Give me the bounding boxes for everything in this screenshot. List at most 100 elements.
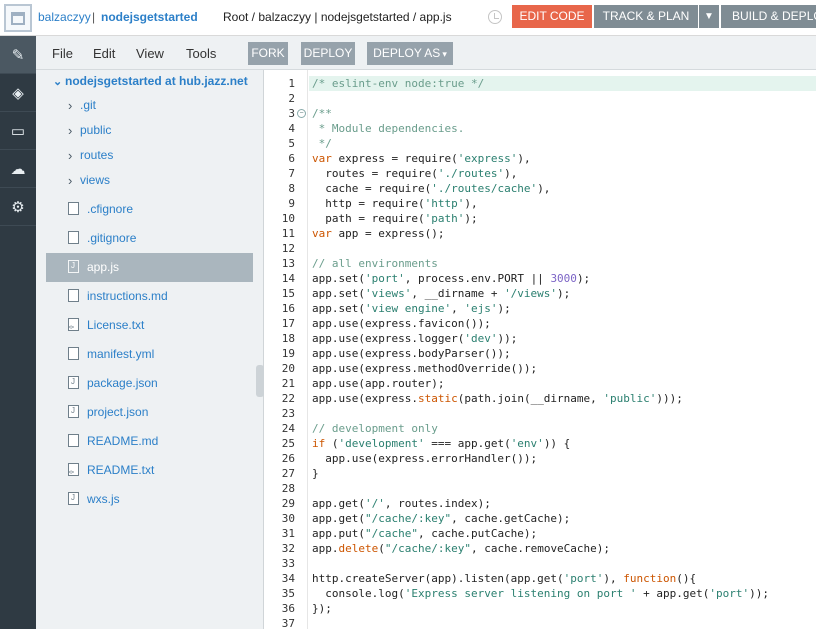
js-file-icon [68, 376, 79, 389]
code-line: */ [312, 137, 332, 150]
file-app-js[interactable]: app.js [46, 253, 253, 282]
code-line: path = require('path'); [312, 212, 478, 225]
line-number: 2 [288, 92, 295, 105]
chevron-right-icon: › [68, 123, 73, 138]
code-line: var express = require('express'), [312, 152, 531, 165]
code-line: app.use(express.logger('dev')); [312, 332, 518, 345]
project-name-link[interactable]: nodejsgetstarted [101, 10, 198, 24]
git-icon[interactable]: ◈ [0, 74, 36, 112]
file-icon [68, 231, 79, 244]
line-number: 10 [281, 212, 295, 225]
code-line: app.set('view engine', 'ejs'); [312, 302, 511, 315]
line-number: 9 [288, 197, 295, 210]
line-number: 7 [288, 167, 295, 180]
folder-views[interactable]: › views [46, 168, 253, 197]
breadcrumb: Root / balzaczyy | nodejsgetstarted / ap… [223, 10, 452, 24]
file-label: instructions.md [87, 289, 168, 303]
code-line: * Module dependencies. [312, 122, 465, 135]
line-number: 25 [281, 437, 295, 450]
deploy-as-button[interactable]: DEPLOY AS ▾ [367, 42, 453, 65]
code-line: /* eslint-env node:true */ [312, 77, 485, 90]
cloud-glyph: ☁ [10, 160, 26, 178]
build-deploy-button[interactable]: BUILD & DEPLOY [721, 5, 816, 28]
terminal-icon[interactable]: ▭ [0, 112, 36, 150]
code-line: app.get('/', routes.index); [312, 497, 491, 510]
file-wxs-js[interactable]: wxs.js [46, 485, 253, 514]
menu-view[interactable]: View [136, 46, 164, 61]
track-plan-dropdown-icon[interactable]: ▼ [699, 5, 719, 28]
line-number: 31 [281, 527, 295, 540]
line-number: 12 [281, 242, 295, 255]
js-file-icon [68, 405, 79, 418]
folder-label: public [80, 123, 112, 137]
code-line: }); [312, 602, 332, 615]
line-number: 33 [281, 557, 295, 570]
cloud-icon[interactable]: ☁ [0, 150, 36, 188]
code-line: app.use(express.static(path.join(__dirna… [312, 392, 683, 405]
file-package-json[interactable]: package.json [46, 369, 253, 398]
file-icon [68, 347, 79, 360]
file-project-json[interactable]: project.json [46, 398, 253, 427]
git-glyph: ◈ [12, 84, 24, 102]
line-number: 19 [281, 347, 295, 360]
project-owner-link[interactable]: balzaczyy [38, 10, 91, 24]
navigator-root[interactable]: ⌄ nodejsgetstarted at hub.jazz.net [53, 74, 248, 88]
menu-file[interactable]: File [52, 46, 73, 61]
chevron-right-icon: › [68, 98, 73, 113]
file-label: License.txt [87, 318, 145, 332]
fork-button[interactable]: FORK [248, 42, 288, 65]
file-manifest-yml[interactable]: manifest.yml [46, 340, 253, 369]
file-cfignore[interactable]: .cfignore [46, 195, 253, 224]
line-number: 34 [281, 572, 295, 585]
file-license-txt[interactable]: License.txt [46, 311, 253, 340]
edit-code-button[interactable]: EDIT CODE [512, 5, 592, 28]
line-number: 37 [281, 617, 295, 629]
line-number: 18 [281, 332, 295, 345]
menu-edit[interactable]: Edit [93, 46, 115, 61]
code-line: app.get("/cache/:key", cache.getCache); [312, 512, 571, 525]
line-number: 14 [281, 272, 295, 285]
pencil-icon[interactable]: ✎ [0, 36, 36, 74]
file-instructions-md[interactable]: instructions.md [46, 282, 253, 311]
file-gitignore[interactable]: .gitignore [46, 224, 253, 253]
code-line: http = require('http'), [312, 197, 478, 210]
line-number: 16 [281, 302, 295, 315]
menu-tools[interactable]: Tools [186, 46, 216, 61]
line-number: 15 [281, 287, 295, 300]
splitter-handle[interactable] [256, 365, 264, 397]
line-number: 23 [281, 407, 295, 420]
code-editor[interactable]: 1 2 3 4 5 6 7 8 9 10 11 12 13 14 15 16 17 18 19 20 21 22 23 24 2… [264, 70, 816, 629]
gear-glyph: ⚙ [11, 198, 25, 216]
code-line: app.put("/cache", cache.putCache); [312, 527, 538, 540]
project-logo-icon[interactable] [4, 4, 32, 32]
deploy-as-label: DEPLOY AS [373, 46, 441, 60]
folder-label: views [80, 173, 111, 187]
file-label: manifest.yml [87, 347, 155, 361]
line-number: 21 [281, 377, 295, 390]
file-readme-md[interactable]: README.md [46, 427, 253, 456]
fold-toggle-icon[interactable]: − [297, 109, 306, 118]
deploy-button[interactable]: DEPLOY [301, 42, 355, 65]
navigator-root-label: nodejsgetstarted at hub.jazz.net [65, 74, 248, 88]
code-file-icon [68, 318, 79, 335]
file-label: README.md [87, 434, 159, 448]
history-icon[interactable] [488, 10, 502, 24]
code-line: var app = express(); [312, 227, 445, 240]
code-line: app.set('views', __dirname + '/views'); [312, 287, 571, 300]
line-number: 30 [281, 512, 295, 525]
file-label: app.js [87, 260, 120, 274]
line-number: 20 [281, 362, 295, 375]
line-number: 13 [281, 257, 295, 270]
gear-icon[interactable]: ⚙ [0, 188, 36, 226]
line-number: 8 [288, 182, 295, 195]
file-icon [68, 434, 79, 447]
left-rail: ✎ ◈ ▭ ☁ ⚙ [0, 36, 36, 629]
folder-label: .git [80, 98, 97, 112]
line-number-gutter: 1 2 3 4 5 6 7 8 9 10 11 12 13 14 15 16 17 18 19 20 21 22 23 24 2… [264, 70, 308, 629]
line-number: 3 [288, 107, 295, 120]
file-label: README.txt [87, 463, 155, 477]
file-readme-txt[interactable]: README.txt [46, 456, 253, 485]
line-number: 36 [281, 602, 295, 615]
code-line: } [312, 467, 319, 480]
track-plan-button[interactable]: TRACK & PLAN [594, 5, 698, 28]
